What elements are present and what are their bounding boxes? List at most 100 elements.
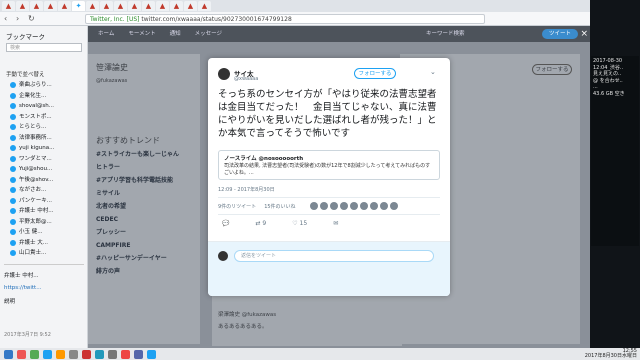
avatar[interactable]	[379, 202, 388, 210]
bookmark-icon	[10, 145, 16, 152]
page-content: ホーム モーメント 通知 メッセージ キーワード検索 ツイート × 笹澤論史 @…	[88, 26, 590, 348]
reply-icon[interactable]: 💬	[222, 220, 229, 227]
app-icon[interactable]	[95, 349, 104, 359]
like-count-label[interactable]: 15件のいいね	[264, 203, 295, 210]
retweet-button[interactable]: ⇄ 9	[255, 220, 266, 227]
browser-tab-active[interactable]: ✦	[72, 1, 85, 11]
avatar[interactable]	[339, 202, 348, 210]
app-icon[interactable]	[147, 349, 156, 359]
like-button[interactable]: ♡ 15	[292, 220, 307, 227]
tweet-text: そっち系のセンセイ方が「やはり従来の法曹志望者は金目当てだった！ 金目当てじゃな…	[218, 89, 437, 139]
app-icon[interactable]	[17, 349, 26, 359]
avatar[interactable]	[369, 202, 378, 210]
browser-tab[interactable]: ▲	[2, 1, 15, 11]
nav-messages[interactable]: メッセージ	[195, 26, 222, 42]
avatar[interactable]	[389, 202, 398, 210]
browser-tab[interactable]: ▲	[30, 1, 43, 11]
trend-item[interactable]: CEDEC	[96, 216, 200, 224]
avatar[interactable]	[319, 202, 328, 210]
browser-tab[interactable]: ▲	[170, 1, 183, 11]
bookmark-item[interactable]: 平野太郎@...	[10, 217, 84, 228]
avatar[interactable]	[329, 202, 338, 210]
trend-item[interactable]: #アプリ学習も科学電話技能	[96, 177, 200, 185]
avatar[interactable]	[349, 202, 358, 210]
app-icon[interactable]	[134, 349, 143, 359]
browser-tab[interactable]: ▲	[184, 1, 197, 11]
quoted-tweet[interactable]: ノースライム @nosooooorth 司法改革の結果, 法曹志望者(司法受験者…	[218, 150, 440, 180]
bookmark-item[interactable]: shoval@sh...	[10, 101, 84, 112]
bookmark-item[interactable]: ワンダとマ...	[10, 154, 84, 165]
avatar[interactable]	[309, 202, 318, 210]
nav-moments[interactable]: モーメント	[128, 26, 155, 42]
nav-search[interactable]: キーワード検索	[426, 26, 465, 42]
browser-tab[interactable]: ▲	[114, 1, 127, 11]
bookmark-item[interactable]: ながさお...	[10, 185, 84, 196]
trend-item[interactable]: #ハッピーサンデーイヤー	[96, 255, 200, 263]
bookmark-item[interactable]: 小玉 健...	[10, 227, 84, 238]
url-field[interactable]: Twitter, Inc. [US] twitter.com/xwaaaa/st…	[85, 14, 485, 24]
preview-date: 2017年3月7日 9:52	[4, 332, 51, 338]
browser-tab[interactable]: ▲	[142, 1, 155, 11]
app-icon[interactable]	[43, 349, 52, 359]
browser-tab[interactable]: ▲	[44, 1, 57, 11]
trend-item[interactable]: ミサイル	[96, 190, 200, 198]
bookmark-item[interactable]: 楽曲ぶらり...	[10, 80, 84, 91]
nav-home[interactable]: ホーム	[98, 26, 114, 42]
avatar[interactable]	[359, 202, 368, 210]
app-icon[interactable]	[121, 349, 130, 359]
bookmark-item[interactable]: yuji kiguna...	[10, 143, 84, 154]
app-icon[interactable]	[56, 349, 65, 359]
browser-tab[interactable]: ▲	[58, 1, 71, 11]
bookmark-icon	[10, 124, 16, 131]
bookmark-item[interactable]: 企業化生...	[10, 91, 84, 102]
trend-item[interactable]: 緋方の声	[96, 268, 200, 276]
trend-item[interactable]: #ストライカーも楽しーじゃん	[96, 151, 200, 159]
bookmark-item[interactable]: 弁護士 中村...	[10, 206, 84, 217]
chevron-down-icon[interactable]: ⌄	[430, 68, 436, 76]
trend-item[interactable]: CAMPFIRE	[96, 242, 200, 250]
app-icon[interactable]	[4, 349, 13, 359]
app-icon[interactable]	[108, 349, 117, 359]
close-icon[interactable]: ×	[580, 26, 588, 42]
trends-heading: おすすめトレンド	[96, 136, 160, 145]
terminal-window[interactable]: 2017-08-30 12:04_渋谷.. 見え見えの.. @ を合わせ.. .…	[591, 56, 639, 246]
avatar[interactable]	[218, 68, 230, 80]
trend-item[interactable]: ヒトラー	[96, 164, 200, 172]
bookmark-icon	[10, 208, 16, 215]
tweet-author-handle[interactable]: @xwaaaa	[234, 76, 258, 82]
back-icon[interactable]: ‹	[4, 14, 14, 24]
bookmark-item[interactable]: 午後@shov...	[10, 175, 84, 186]
follow-button[interactable]: フォローする	[354, 68, 396, 79]
tweet-timestamp[interactable]: 12:09 - 2017年8月30日	[218, 186, 275, 193]
bookmark-item[interactable]: とらとら...	[10, 122, 84, 133]
tweet-button[interactable]: ツイート	[542, 29, 578, 39]
browser-tab[interactable]: ▲	[198, 1, 211, 11]
app-icon[interactable]	[69, 349, 78, 359]
bookmark-search-input[interactable]: 検索	[6, 43, 82, 52]
browser-tab[interactable]: ▲	[128, 1, 141, 11]
bookmark-item[interactable]: 法律事務所...	[10, 133, 84, 144]
browser-tab[interactable]: ▲	[100, 1, 113, 11]
browser-tab[interactable]: ▲	[16, 1, 29, 11]
forward-icon[interactable]: ›	[16, 14, 26, 24]
message-icon[interactable]: ✉	[333, 220, 338, 227]
trend-item[interactable]: プレッシー	[96, 229, 200, 237]
taskbar-clock[interactable]: 12:55 2017年8月30日水曜日	[585, 349, 637, 359]
bookmark-item[interactable]: Yuji@shou...	[10, 164, 84, 175]
bookmark-item[interactable]: モンストポ...	[10, 112, 84, 123]
browser-tab[interactable]: ▲	[156, 1, 169, 11]
preview-link[interactable]: https://twitt...	[4, 285, 84, 291]
bookmark-item[interactable]: 山口貴士...	[10, 248, 84, 259]
app-icon[interactable]	[30, 349, 39, 359]
reply-author: 梁澤論史 @fukazawas	[218, 312, 277, 318]
nav-notifications[interactable]: 通知	[170, 26, 181, 42]
app-icon[interactable]	[82, 349, 91, 359]
browser-tab[interactable]: ▲	[86, 1, 99, 11]
reload-icon[interactable]: ↻	[28, 14, 38, 24]
trend-item[interactable]: 北者の希望	[96, 203, 200, 211]
bookmark-item[interactable]: パンケーキ...	[10, 196, 84, 207]
reply-input[interactable]: 返信をツイート	[234, 250, 434, 262]
bookmark-item[interactable]: 弁護士 大...	[10, 238, 84, 249]
follow-button-bg[interactable]: フォローする	[532, 64, 572, 75]
retweet-count-label[interactable]: 9件のリツイート	[218, 203, 256, 210]
